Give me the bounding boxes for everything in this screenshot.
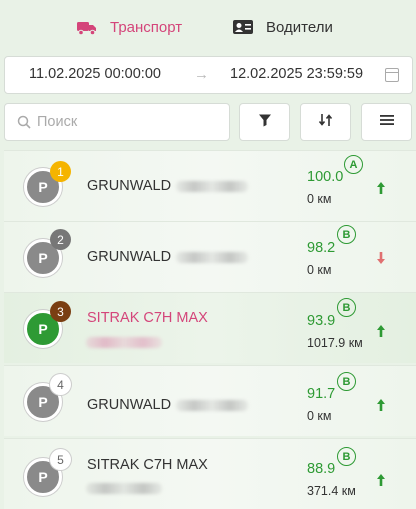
vehicle-name: GRUNWALD: [87, 397, 172, 413]
vehicle-row[interactable]: P 4 GRUNWALD 91.7 B 0 км: [4, 365, 416, 436]
sort-icon: [318, 112, 334, 133]
trend-up-icon: [375, 472, 387, 488]
score-value: 98.2: [307, 240, 336, 256]
vehicle-name: GRUNWALD: [87, 178, 172, 194]
grade-badge: B: [337, 447, 356, 466]
plate-number-blurred: [86, 483, 162, 494]
sort-button[interactable]: [300, 103, 351, 141]
trend-up-icon: [375, 397, 387, 413]
tab-bar: Транспорт Водители: [0, 0, 416, 54]
tab-transport-label: Транспорт: [110, 18, 183, 36]
rank-badge: 5: [50, 449, 71, 470]
rank-badge: 4: [50, 374, 71, 395]
trend-up-icon: [375, 180, 387, 196]
grade-badge: A: [344, 155, 363, 174]
distance: 0 км: [307, 263, 332, 277]
plate-number-blurred: [86, 337, 162, 348]
score-value: 93.9: [307, 313, 336, 329]
filter-button[interactable]: [239, 103, 290, 141]
rank-badge: 2: [50, 229, 71, 250]
search-input[interactable]: [37, 114, 217, 130]
plate-number-blurred: [176, 252, 248, 263]
score-value: 88.9: [307, 461, 336, 477]
distance: 0 км: [307, 192, 332, 206]
vehicle-name: SITRAK C7H MAX: [87, 457, 208, 473]
tab-drivers-label: Водители: [266, 18, 333, 36]
vehicle-row[interactable]: P 1 GRUNWALD 100.0 A 0 км: [4, 150, 416, 221]
trend-down-icon: [375, 250, 387, 266]
grade-badge: B: [337, 225, 356, 244]
distance: 1017.9 км: [307, 336, 363, 350]
score-value: 91.7: [307, 386, 336, 402]
vehicle-row[interactable]: P 3 SITRAK C7H MAX 93.9 B 1017.9 км: [4, 292, 416, 363]
plate-number-blurred: [176, 181, 248, 192]
vehicle-row[interactable]: P 2 GRUNWALD 98.2 B 0 км: [4, 221, 416, 292]
vehicle-name: GRUNWALD: [87, 249, 172, 265]
date-to[interactable]: 12.02.2025 23:59:59: [230, 66, 363, 82]
rank-badge: 3: [50, 301, 71, 322]
date-from[interactable]: 11.02.2025 00:00:00: [29, 66, 161, 82]
distance: 0 км: [307, 409, 332, 423]
distance: 371.4 км: [307, 484, 356, 498]
vehicle-name: SITRAK C7H MAX: [87, 310, 208, 326]
plate-number-blurred: [176, 400, 248, 411]
rank-badge: 1: [50, 161, 71, 182]
vehicle-row[interactable]: P 5 SITRAK C7H MAX 88.9 B 371.4 км: [4, 438, 416, 509]
date-range-picker[interactable]: 11.02.2025 00:00:00 → 12.02.2025 23:59:5…: [4, 56, 413, 94]
search-box[interactable]: [4, 103, 230, 141]
id-card-icon: [232, 18, 254, 36]
search-icon: [17, 115, 31, 129]
truck-icon: [76, 18, 98, 36]
filter-icon: [258, 113, 272, 132]
tab-transport[interactable]: Транспорт: [76, 14, 182, 40]
grade-badge: B: [337, 372, 356, 391]
menu-button[interactable]: [361, 103, 412, 141]
trend-up-icon: [375, 323, 387, 339]
score-value: 100.0: [307, 169, 344, 185]
grade-badge: B: [337, 298, 356, 317]
calendar-icon[interactable]: [385, 68, 399, 82]
arrow-right-icon: →: [194, 66, 209, 83]
tab-drivers[interactable]: Водители: [232, 14, 333, 40]
hamburger-menu-icon: [379, 113, 395, 132]
